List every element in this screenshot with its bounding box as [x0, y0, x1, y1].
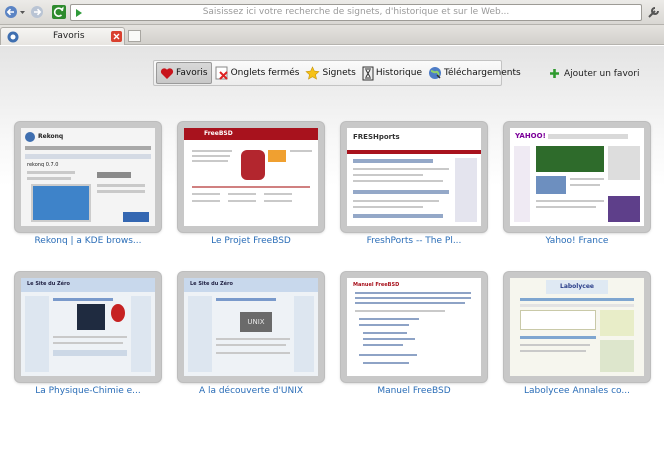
new-tab-page: Favoris Onglets fermés Signets Historiqu… [0, 46, 664, 463]
nav-history[interactable]: Historique [359, 62, 425, 84]
star-icon [305, 66, 321, 80]
unix-badge: UNIX [240, 312, 272, 332]
nav-bookmarks[interactable]: Signets [302, 62, 358, 84]
nav-downloads[interactable]: Téléchargements [425, 62, 524, 84]
thumbnail-version: rekonq 0.7.0 [27, 162, 59, 168]
new-tab-button[interactable] [128, 30, 141, 42]
thumbnail-header: YAHOO! [515, 132, 546, 140]
nav-favoris-label: Favoris [176, 68, 208, 78]
favorite-thumbnail-rekonq[interactable]: Rekonq rekonq 0.7.0 [15, 122, 161, 232]
favorite-thumbnail-freshports[interactable]: FRESHports [341, 122, 487, 232]
thumbnail-caption[interactable]: Yahoo! France [497, 236, 657, 246]
section-navigation: Favoris Onglets fermés Signets Historiqu… [153, 60, 521, 86]
thumbnail-caption[interactable]: Manuel FreeBSD [334, 386, 494, 396]
thumbnail-preview: Rekonq rekonq 0.7.0 [21, 128, 155, 226]
tools-button[interactable] [646, 3, 662, 21]
reload-button[interactable] [51, 3, 67, 21]
thumbnail-header: FreeBSD [204, 130, 233, 137]
main-toolbar: Saisissez ici votre recherche de signets… [0, 0, 664, 25]
heart-icon [160, 67, 174, 79]
closed-tab-icon [215, 66, 228, 80]
forward-arrow-icon [31, 6, 43, 18]
thumbnail-preview: FreeBSD [184, 128, 318, 226]
download-globe-icon [429, 67, 441, 79]
history-icon [362, 66, 374, 80]
close-tab-icon[interactable] [111, 31, 122, 42]
add-favorite-link[interactable]: Ajouter un favori [549, 68, 639, 79]
reload-icon [52, 5, 66, 19]
thumbnail-caption[interactable]: Le Projet FreeBSD [171, 236, 331, 246]
plus-icon [550, 69, 559, 78]
forward-button[interactable] [29, 3, 45, 21]
thumbnail-preview: Manuel FreeBSD [347, 278, 481, 376]
thumbnail-preview: FRESHports [347, 128, 481, 226]
thumbnail-header: Le Site du Zéro [190, 281, 233, 287]
thumbnail-header: Manuel FreeBSD [353, 282, 400, 288]
thumbnail-caption[interactable]: FreshPorts -- The Pl... [334, 236, 494, 246]
favorite-thumbnail-yahoo[interactable]: YAHOO! [504, 122, 650, 232]
add-favorite-label: Ajouter un favori [564, 68, 640, 79]
favorite-thumbnail-freebsd[interactable]: FreeBSD [178, 122, 324, 232]
back-button[interactable] [3, 3, 27, 21]
wrench-icon [648, 7, 659, 18]
thumbnail-caption[interactable]: Rekonq | a KDE brows... [8, 236, 168, 246]
thumbnail-header: FRESHports [353, 133, 400, 141]
nav-history-label: Historique [375, 68, 422, 78]
thumbnail-preview: Labolycee [510, 278, 644, 376]
back-arrow-icon [5, 6, 25, 18]
nav-closed-tabs-label: Onglets fermés [230, 68, 300, 78]
thumbnail-preview: YAHOO! [510, 128, 644, 226]
thumbnail-caption[interactable]: La Physique-Chimie e... [8, 386, 168, 396]
thumbnail-caption[interactable]: Labolycee Annales co... [497, 386, 657, 396]
url-placeholder: Saisissez ici votre recherche de signets… [202, 7, 510, 17]
thumbnail-header: Le Site du Zéro [27, 281, 70, 287]
favorite-thumbnail-manuel-freebsd[interactable]: Manuel FreeBSD [341, 272, 487, 382]
tab-label: Favoris [53, 31, 85, 41]
thumbnail-preview: Le Site du Zéro [21, 278, 155, 376]
nav-bookmarks-label: Signets [322, 68, 356, 78]
nav-favoris[interactable]: Favoris [156, 62, 212, 84]
nav-downloads-label: Téléchargements [444, 68, 521, 78]
favorite-thumbnail-labolycee[interactable]: Labolycee [504, 272, 650, 382]
nav-closed-tabs[interactable]: Onglets fermés [212, 62, 303, 84]
thumbnail-caption[interactable]: A la découverte d'UNIX [171, 386, 331, 396]
url-bar[interactable]: Saisissez ici votre recherche de signets… [70, 4, 642, 21]
thumbnail-header: Rekonq [38, 133, 64, 140]
favorite-thumbnail-unix[interactable]: Le Site du Zéro UNIX [178, 272, 324, 382]
thumbnail-preview: Le Site du Zéro UNIX [184, 278, 318, 376]
rekonq-tab-icon [7, 31, 19, 43]
thumbnail-header: Labolycee [546, 280, 608, 294]
tab-favoris[interactable]: Favoris [0, 27, 125, 45]
tab-bar: Favoris [0, 25, 664, 45]
favorite-thumbnail-physique-chimie[interactable]: Le Site du Zéro [15, 272, 161, 382]
